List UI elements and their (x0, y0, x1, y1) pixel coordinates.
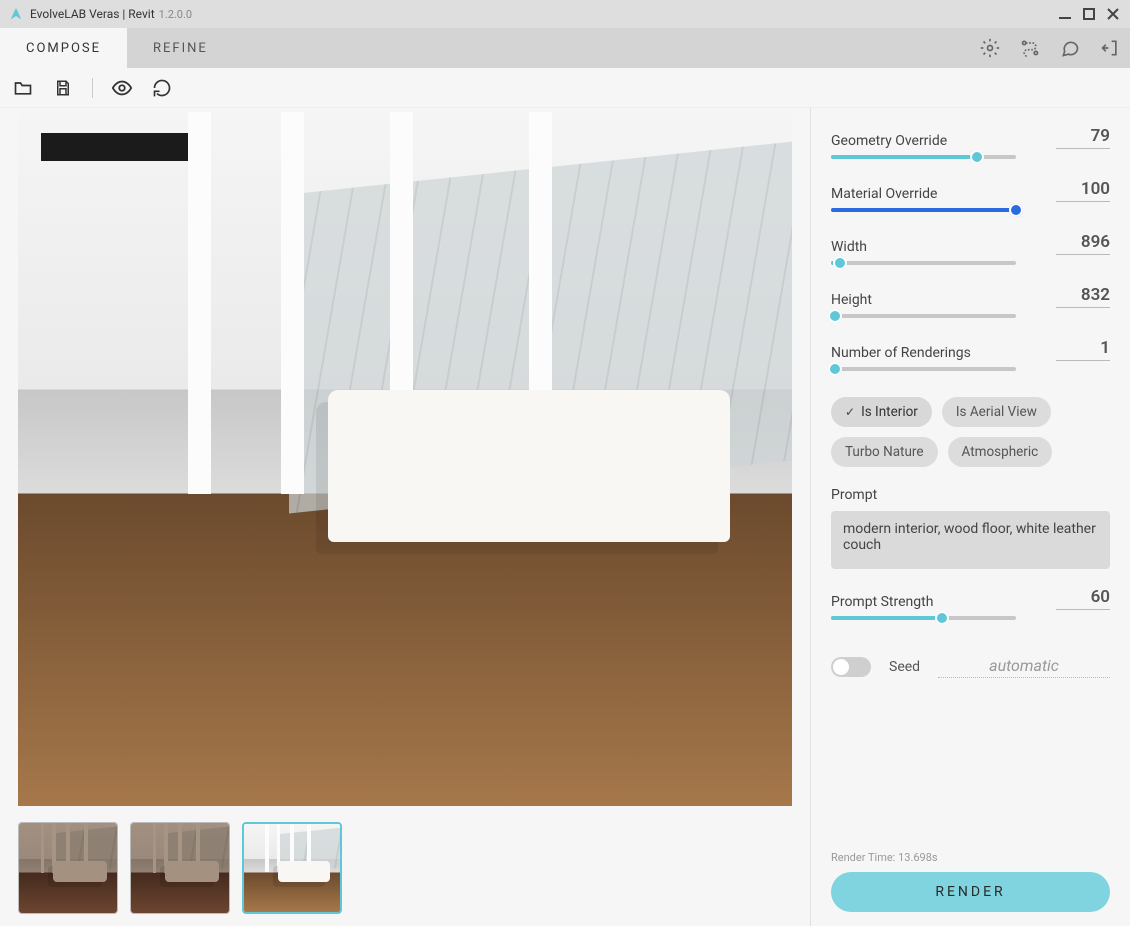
chip-is-aerial[interactable]: Is Aerial View (942, 397, 1051, 427)
app-title: EvolveLAB Veras | Revit (30, 7, 155, 21)
maximize-button[interactable] (1080, 5, 1098, 23)
seed-toggle[interactable] (831, 657, 871, 677)
chip-is-interior[interactable]: Is Interior (831, 397, 932, 427)
visibility-icon[interactable] (111, 77, 133, 99)
viewer-panel (0, 108, 810, 926)
app-logo-icon (8, 6, 24, 22)
chip-turbo-nature[interactable]: Turbo Nature (831, 437, 938, 467)
app-version: 1.2.0.0 (159, 8, 192, 21)
settings-icon[interactable] (970, 28, 1010, 68)
seed-value[interactable]: automatic (938, 656, 1110, 678)
thumbnail-1[interactable] (18, 822, 118, 914)
slider-width[interactable]: Width896 (831, 232, 1110, 265)
minimize-button[interactable] (1056, 5, 1074, 23)
tab-refine[interactable]: REFINE (127, 28, 234, 68)
viewer-toolbar (0, 68, 1130, 108)
settings-sidebar: Geometry Override79 Material Override100… (810, 108, 1130, 926)
save-icon[interactable] (52, 77, 74, 99)
tab-compose[interactable]: COMPOSE (0, 28, 127, 68)
thumbnail-strip (18, 822, 792, 914)
slider-height[interactable]: Height832 (831, 285, 1110, 318)
toolbar-separator (92, 78, 93, 98)
refresh-icon[interactable] (151, 77, 173, 99)
chip-atmospheric[interactable]: Atmospheric (948, 437, 1053, 467)
slider-render-count[interactable]: Number of Renderings1 (831, 338, 1110, 371)
route-icon[interactable] (1010, 28, 1050, 68)
render-time-text: Render Time: 13.698s (831, 851, 1110, 864)
chat-icon[interactable] (1050, 28, 1090, 68)
prompt-input[interactable] (831, 511, 1110, 569)
slider-material-override[interactable]: Material Override100 (831, 179, 1110, 212)
seed-label: Seed (889, 659, 920, 675)
slider-geometry-override[interactable]: Geometry Override79 (831, 126, 1110, 159)
close-button[interactable] (1104, 5, 1122, 23)
slider-prompt-strength[interactable]: Prompt Strength60 (831, 587, 1110, 620)
top-tab-bar: COMPOSE REFINE (0, 28, 1130, 68)
thumbnail-2[interactable] (130, 822, 230, 914)
prompt-label: Prompt (831, 487, 1110, 503)
titlebar: EvolveLAB Veras | Revit 1.2.0.0 (0, 0, 1130, 28)
logout-icon[interactable] (1090, 28, 1130, 68)
render-preview[interactable] (18, 112, 792, 806)
thumbnail-3[interactable] (242, 822, 342, 914)
open-folder-icon[interactable] (12, 77, 34, 99)
render-button[interactable]: RENDER (831, 872, 1110, 912)
